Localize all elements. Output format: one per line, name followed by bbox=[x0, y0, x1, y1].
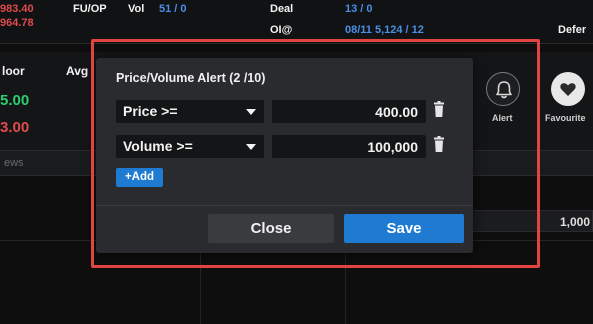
condition-select-label: Volume >= bbox=[123, 138, 193, 154]
price-value-input[interactable] bbox=[272, 100, 426, 123]
add-alert-button[interactable]: +Add bbox=[116, 168, 163, 187]
floor-value-2: 3.00 bbox=[0, 119, 30, 136]
caret-down-icon bbox=[246, 144, 256, 150]
favourite-label: Favourite bbox=[545, 113, 586, 123]
price-value-2: 964.78 bbox=[0, 17, 34, 29]
oi-value: 08/11 5,124 / 12 bbox=[345, 24, 424, 36]
deal-label: Deal bbox=[270, 3, 294, 15]
floor-value-1: 5.00 bbox=[0, 92, 30, 109]
news-tab[interactable]: ews bbox=[4, 157, 24, 169]
alert-label: Alert bbox=[492, 113, 513, 123]
volume-value-input[interactable] bbox=[272, 135, 426, 158]
condition-select-label: Price >= bbox=[123, 103, 178, 119]
defer-label: Defer bbox=[558, 24, 587, 36]
fu-op-label: FU/OP bbox=[73, 3, 107, 15]
price-volume-alert-dialog: Price/Volume Alert (2 /10) Price >= Volu… bbox=[96, 58, 473, 253]
vol-label: Vol bbox=[128, 3, 145, 15]
dialog-divider bbox=[96, 205, 473, 206]
heart-icon bbox=[560, 83, 576, 96]
deal-value: 13 / 0 bbox=[345, 3, 373, 15]
favourite-button[interactable] bbox=[551, 72, 585, 106]
alert-row-volume: Volume >= bbox=[116, 135, 456, 158]
trash-icon[interactable] bbox=[434, 101, 444, 117]
caret-down-icon bbox=[246, 109, 256, 115]
right-value: 1,000 bbox=[559, 215, 590, 229]
right-value-cell: 1,000 bbox=[470, 210, 593, 232]
save-button[interactable]: Save bbox=[344, 214, 464, 243]
vol-value: 51 / 0 bbox=[159, 3, 187, 15]
avg-label: Avg bbox=[66, 64, 89, 78]
alert-button[interactable] bbox=[486, 72, 520, 106]
condition-select-volume[interactable]: Volume >= bbox=[116, 135, 264, 158]
floor-label: loor bbox=[2, 64, 25, 78]
trash-icon[interactable] bbox=[434, 136, 444, 152]
dialog-title: Price/Volume Alert (2 /10) bbox=[116, 71, 266, 85]
close-button[interactable]: Close bbox=[208, 214, 334, 243]
price-value-1: 983.40 bbox=[0, 3, 34, 15]
alert-row-price: Price >= bbox=[116, 100, 456, 123]
quote-header: 983.40 964.78 FU/OP Vol 51 / 0 Deal 13 /… bbox=[0, 0, 593, 44]
condition-select-price[interactable]: Price >= bbox=[116, 100, 264, 123]
bell-icon bbox=[496, 81, 512, 99]
oi-label: OI@ bbox=[270, 24, 293, 36]
